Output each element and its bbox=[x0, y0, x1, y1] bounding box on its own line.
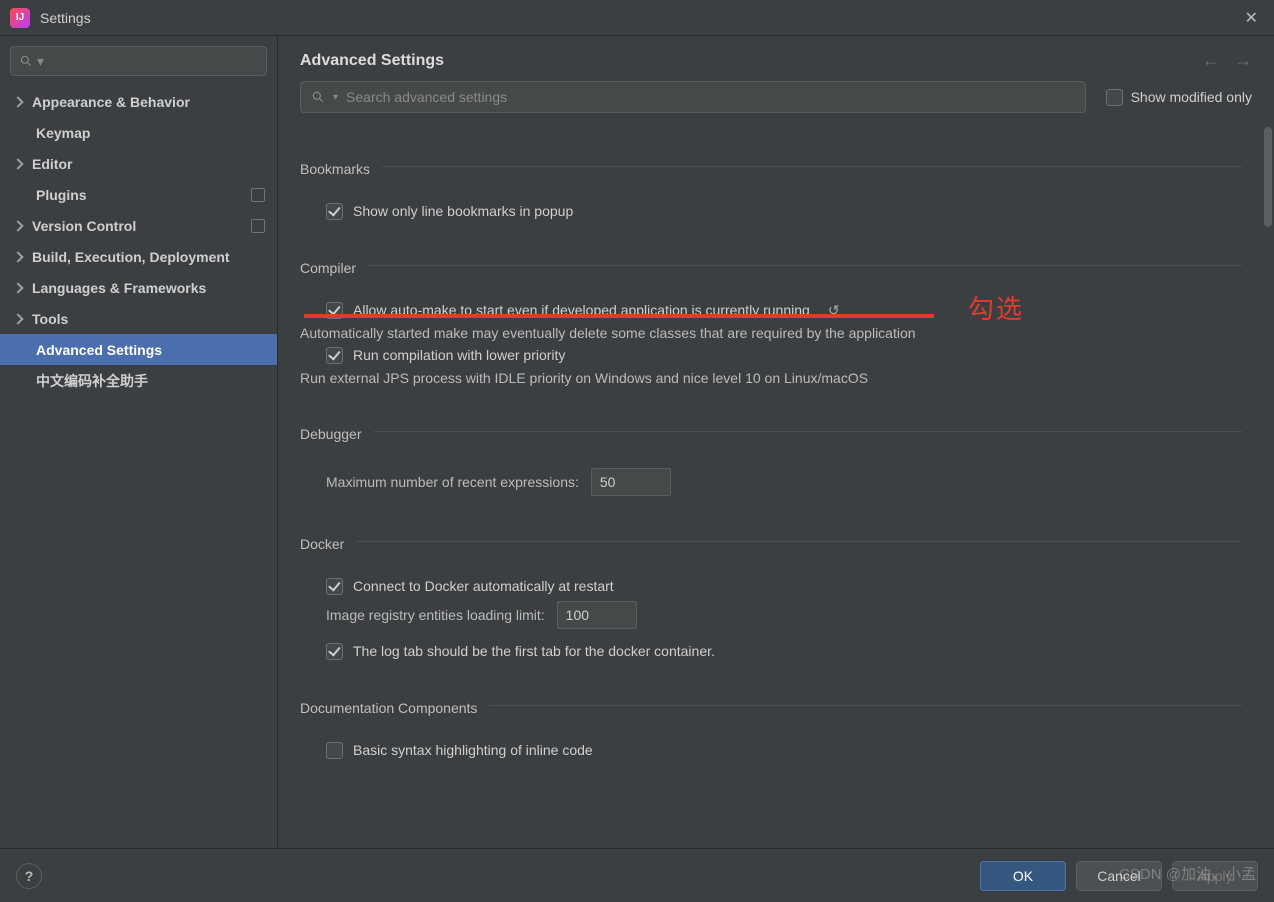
opt-lower-priority[interactable]: Run compilation with lower priority bbox=[326, 347, 1242, 364]
registry-limit-input[interactable]: 100 bbox=[557, 601, 637, 629]
option-label: Show only line bookmarks in popup bbox=[353, 203, 573, 219]
close-icon[interactable]: ✕ bbox=[1239, 4, 1264, 32]
apply-button[interactable]: Apply bbox=[1172, 861, 1258, 891]
sidebar-item-label: Appearance & Behavior bbox=[32, 94, 190, 110]
section-doc-components: Documentation Components bbox=[300, 700, 477, 716]
sidebar-item-tools[interactable]: Tools bbox=[0, 303, 277, 334]
opt-basic-syntax-highlight[interactable]: Basic syntax highlighting of inline code bbox=[326, 742, 1242, 759]
option-label: Run compilation with lower priority bbox=[353, 347, 565, 363]
sidebar-item-plugins[interactable]: Plugins bbox=[0, 179, 277, 210]
checkbox-icon[interactable] bbox=[1106, 89, 1123, 106]
ok-button[interactable]: OK bbox=[980, 861, 1066, 891]
sidebar-item-cjk-helper[interactable]: 中文编码补全助手 bbox=[0, 365, 277, 396]
show-modified-only[interactable]: Show modified only bbox=[1106, 89, 1252, 106]
sidebar-item-label: Plugins bbox=[36, 187, 87, 203]
sidebar-item-version-control[interactable]: Version Control bbox=[0, 210, 277, 241]
sidebar-item-editor[interactable]: Editor bbox=[0, 148, 277, 179]
sidebar-nav: Appearance & Behavior Keymap Editor Plug… bbox=[0, 86, 277, 396]
sidebar-item-label: Tools bbox=[32, 311, 68, 327]
advanced-search-input[interactable] bbox=[346, 89, 1075, 105]
section-compiler: Compiler bbox=[300, 260, 356, 276]
sidebar-search[interactable]: ▾ bbox=[10, 46, 267, 76]
opt-docker-connect-auto[interactable]: Connect to Docker automatically at resta… bbox=[326, 578, 1242, 595]
project-tag-icon bbox=[251, 188, 265, 202]
button-label: Cancel bbox=[1097, 868, 1141, 884]
sidebar-item-label: Editor bbox=[32, 156, 72, 172]
advanced-search[interactable]: ▾ bbox=[300, 81, 1086, 113]
field-label: Maximum number of recent expressions: bbox=[326, 474, 579, 490]
search-icon bbox=[311, 90, 325, 104]
search-icon bbox=[19, 54, 33, 68]
section-docker: Docker bbox=[300, 536, 344, 552]
option-description: Automatically started make may eventuall… bbox=[300, 325, 1242, 341]
sidebar-item-keymap[interactable]: Keymap bbox=[0, 117, 277, 148]
sidebar-item-build[interactable]: Build, Execution, Deployment bbox=[0, 241, 277, 272]
window-title: Settings bbox=[40, 10, 91, 26]
content-pane: Advanced Settings ← → ▾ Show modified on… bbox=[278, 36, 1274, 848]
sidebar-item-label: Advanced Settings bbox=[36, 342, 162, 358]
sidebar-item-label: 中文编码补全助手 bbox=[36, 371, 148, 391]
title-bar: IJ Settings ✕ bbox=[0, 0, 1274, 36]
checkbox-icon[interactable] bbox=[326, 347, 343, 364]
sidebar-item-advanced-settings[interactable]: Advanced Settings bbox=[0, 334, 277, 365]
help-button[interactable]: ? bbox=[16, 863, 42, 889]
option-label: The log tab should be the first tab for … bbox=[353, 643, 715, 659]
sidebar: ▾ Appearance & Behavior Keymap Editor Pl… bbox=[0, 36, 278, 848]
section-bookmarks: Bookmarks bbox=[300, 161, 370, 177]
section-debugger: Debugger bbox=[300, 426, 362, 442]
opt-docker-registry-limit: Image registry entities loading limit: 1… bbox=[326, 601, 1242, 629]
opt-show-only-line-bookmarks[interactable]: Show only line bookmarks in popup bbox=[326, 203, 1242, 220]
button-label: Apply bbox=[1197, 868, 1232, 884]
option-label: Connect to Docker automatically at resta… bbox=[353, 578, 614, 594]
checkbox-icon[interactable] bbox=[326, 578, 343, 595]
sidebar-item-label: Languages & Frameworks bbox=[32, 280, 206, 296]
sidebar-item-languages[interactable]: Languages & Frameworks bbox=[0, 272, 277, 303]
sidebar-item-label: Version Control bbox=[32, 218, 136, 234]
field-value: 50 bbox=[600, 474, 616, 490]
annotation-text: 勾选 bbox=[968, 289, 1024, 326]
button-label: OK bbox=[1013, 868, 1033, 884]
forward-icon[interactable]: → bbox=[1234, 50, 1252, 71]
sidebar-item-label: Build, Execution, Deployment bbox=[32, 249, 230, 265]
opt-docker-log-first[interactable]: The log tab should be the first tab for … bbox=[326, 643, 1242, 660]
field-label: Image registry entities loading limit: bbox=[326, 607, 545, 623]
max-expressions-input[interactable]: 50 bbox=[591, 468, 671, 496]
option-description: Run external JPS process with IDLE prior… bbox=[300, 370, 1242, 386]
cancel-button[interactable]: Cancel bbox=[1076, 861, 1162, 891]
footer: ? OK Cancel Apply bbox=[0, 848, 1274, 902]
checkbox-icon[interactable] bbox=[326, 643, 343, 660]
project-tag-icon bbox=[251, 219, 265, 233]
scrollbar[interactable] bbox=[1264, 127, 1272, 227]
option-label: Basic syntax highlighting of inline code bbox=[353, 742, 593, 758]
sidebar-item-label: Keymap bbox=[36, 125, 90, 141]
page-title: Advanced Settings bbox=[300, 52, 444, 70]
back-icon[interactable]: ← bbox=[1202, 50, 1220, 71]
field-value: 100 bbox=[566, 607, 589, 623]
app-icon: IJ bbox=[10, 8, 30, 28]
opt-max-recent-expressions: Maximum number of recent expressions: 50 bbox=[326, 468, 1242, 496]
checkbox-icon[interactable] bbox=[326, 203, 343, 220]
history-arrows: ← → bbox=[1202, 50, 1252, 71]
checkbox-icon[interactable] bbox=[326, 742, 343, 759]
show-modified-only-label: Show modified only bbox=[1131, 89, 1252, 105]
annotation-underline bbox=[304, 314, 934, 318]
sidebar-item-appearance[interactable]: Appearance & Behavior bbox=[0, 86, 277, 117]
